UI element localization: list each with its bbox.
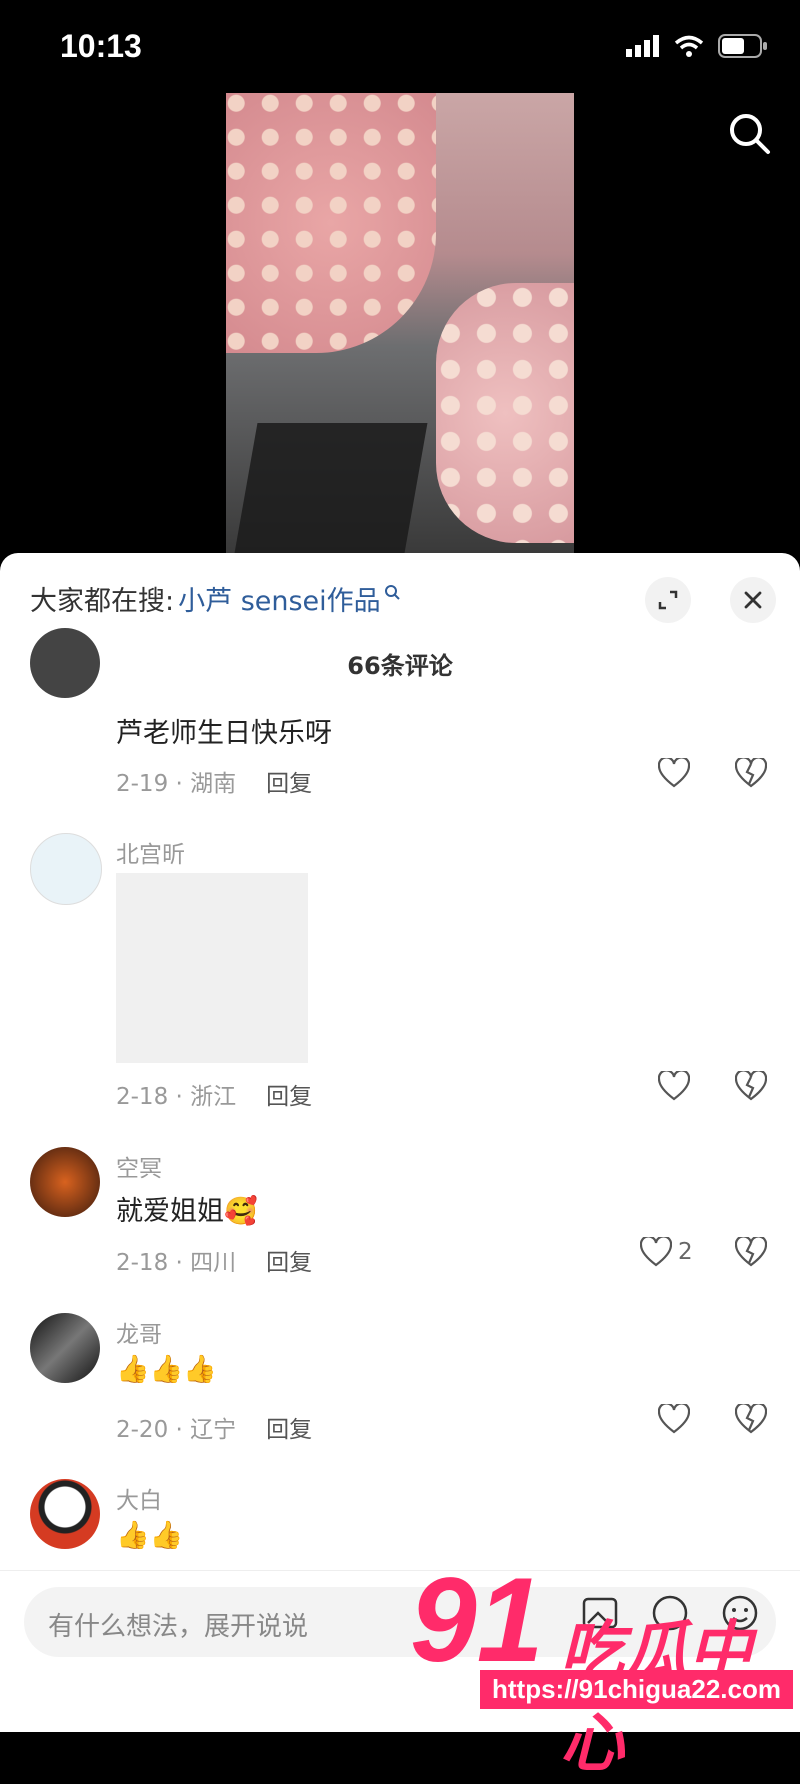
search-button[interactable] [726,110,774,162]
status-icons [626,34,768,58]
reply-button[interactable]: 回复 [266,1250,312,1276]
comment-image[interactable] [116,873,308,1063]
video-content [226,93,436,353]
comment-date-location: 2-18 · 浙江 [116,1084,237,1110]
comment-text: 就爱姐姐🥰 [116,1196,258,1227]
comment-date-location: 2-19 · 湖南 [116,771,237,797]
reply-button[interactable]: 回复 [266,771,312,797]
like-button[interactable] [658,758,690,788]
reply-button[interactable]: 回复 [266,1417,312,1443]
avatar[interactable] [30,1479,100,1549]
watermark: 91 吃瓜中心 https://91chigua22.com [410,1553,800,1781]
comment-count: 66条评论 [347,652,453,680]
comment-text: 芦老师生日快乐呀 [116,718,332,749]
dislike-button[interactable] [735,1404,767,1434]
comment-username[interactable]: 龙哥 [116,1315,162,1349]
avatar[interactable] [30,1313,100,1383]
comment-sheet: 大家都在搜: 小芦 sensei作品 66条评论 芦老师生日快乐呀 2-19 ·… [0,553,800,1731]
avatar[interactable] [30,833,102,905]
comment-username[interactable]: 空冥 [116,1149,162,1183]
close-icon [744,591,762,609]
video-player[interactable] [226,93,574,553]
broken-heart-icon [735,1071,767,1101]
heart-icon [658,1404,690,1434]
heart-icon [658,1071,690,1101]
comment-date-location: 2-18 · 四川 [116,1250,237,1276]
comment-username[interactable]: 大白 [116,1481,162,1515]
comment-date-location: 2-20 · 辽宁 [116,1417,237,1443]
comment-meta: 2-20 · 辽宁 回复 [116,1410,312,1444]
broken-heart-icon [735,758,767,788]
close-button[interactable] [730,577,776,623]
video-content [436,283,574,543]
broken-heart-icon [735,1237,767,1267]
like-button[interactable]: 2 [640,1237,693,1267]
trending-search[interactable]: 大家都在搜: 小芦 sensei作品 [30,579,400,618]
watermark-url: https://91chigua22.com [480,1670,793,1709]
comment-meta: 2-18 · 四川 回复 [116,1243,312,1277]
comment-text: 👍👍👍 [116,1354,217,1385]
dislike-button[interactable] [735,1237,767,1267]
trending-search-link[interactable]: 小芦 sensei作品 [178,579,381,618]
comment-input-placeholder: 有什么想法，展开说说 [48,1612,309,1642]
reply-button[interactable]: 回复 [266,1084,312,1110]
avatar[interactable] [30,1147,100,1217]
like-count: 2 [678,1239,693,1265]
comment-username[interactable]: 北宫昕 [116,835,185,869]
like-button[interactable] [658,1404,690,1434]
dislike-button[interactable] [735,758,767,788]
broken-heart-icon [735,1404,767,1434]
avatar[interactable] [30,628,100,698]
small-search-icon [384,584,400,600]
video-content [234,423,428,553]
expand-button[interactable] [645,577,691,623]
battery-icon [718,34,767,58]
heart-icon [658,758,690,788]
trending-search-prefix: 大家都在搜: [30,586,175,617]
dislike-button[interactable] [735,1071,767,1101]
comment-text: 👍👍 [116,1520,184,1551]
expand-icon [658,590,678,610]
comment-meta: 2-19 · 湖南 回复 [116,764,312,798]
heart-icon [640,1237,672,1267]
watermark-number: 91 [410,1553,544,1687]
like-button[interactable] [658,1071,690,1101]
status-time: 10:13 [60,28,142,64]
search-icon [730,114,770,154]
comment-meta: 2-18 · 浙江 回复 [116,1077,312,1111]
status-bar: 10:13 [0,0,800,90]
wifi-icon [674,35,704,57]
signal-icon [626,35,659,57]
